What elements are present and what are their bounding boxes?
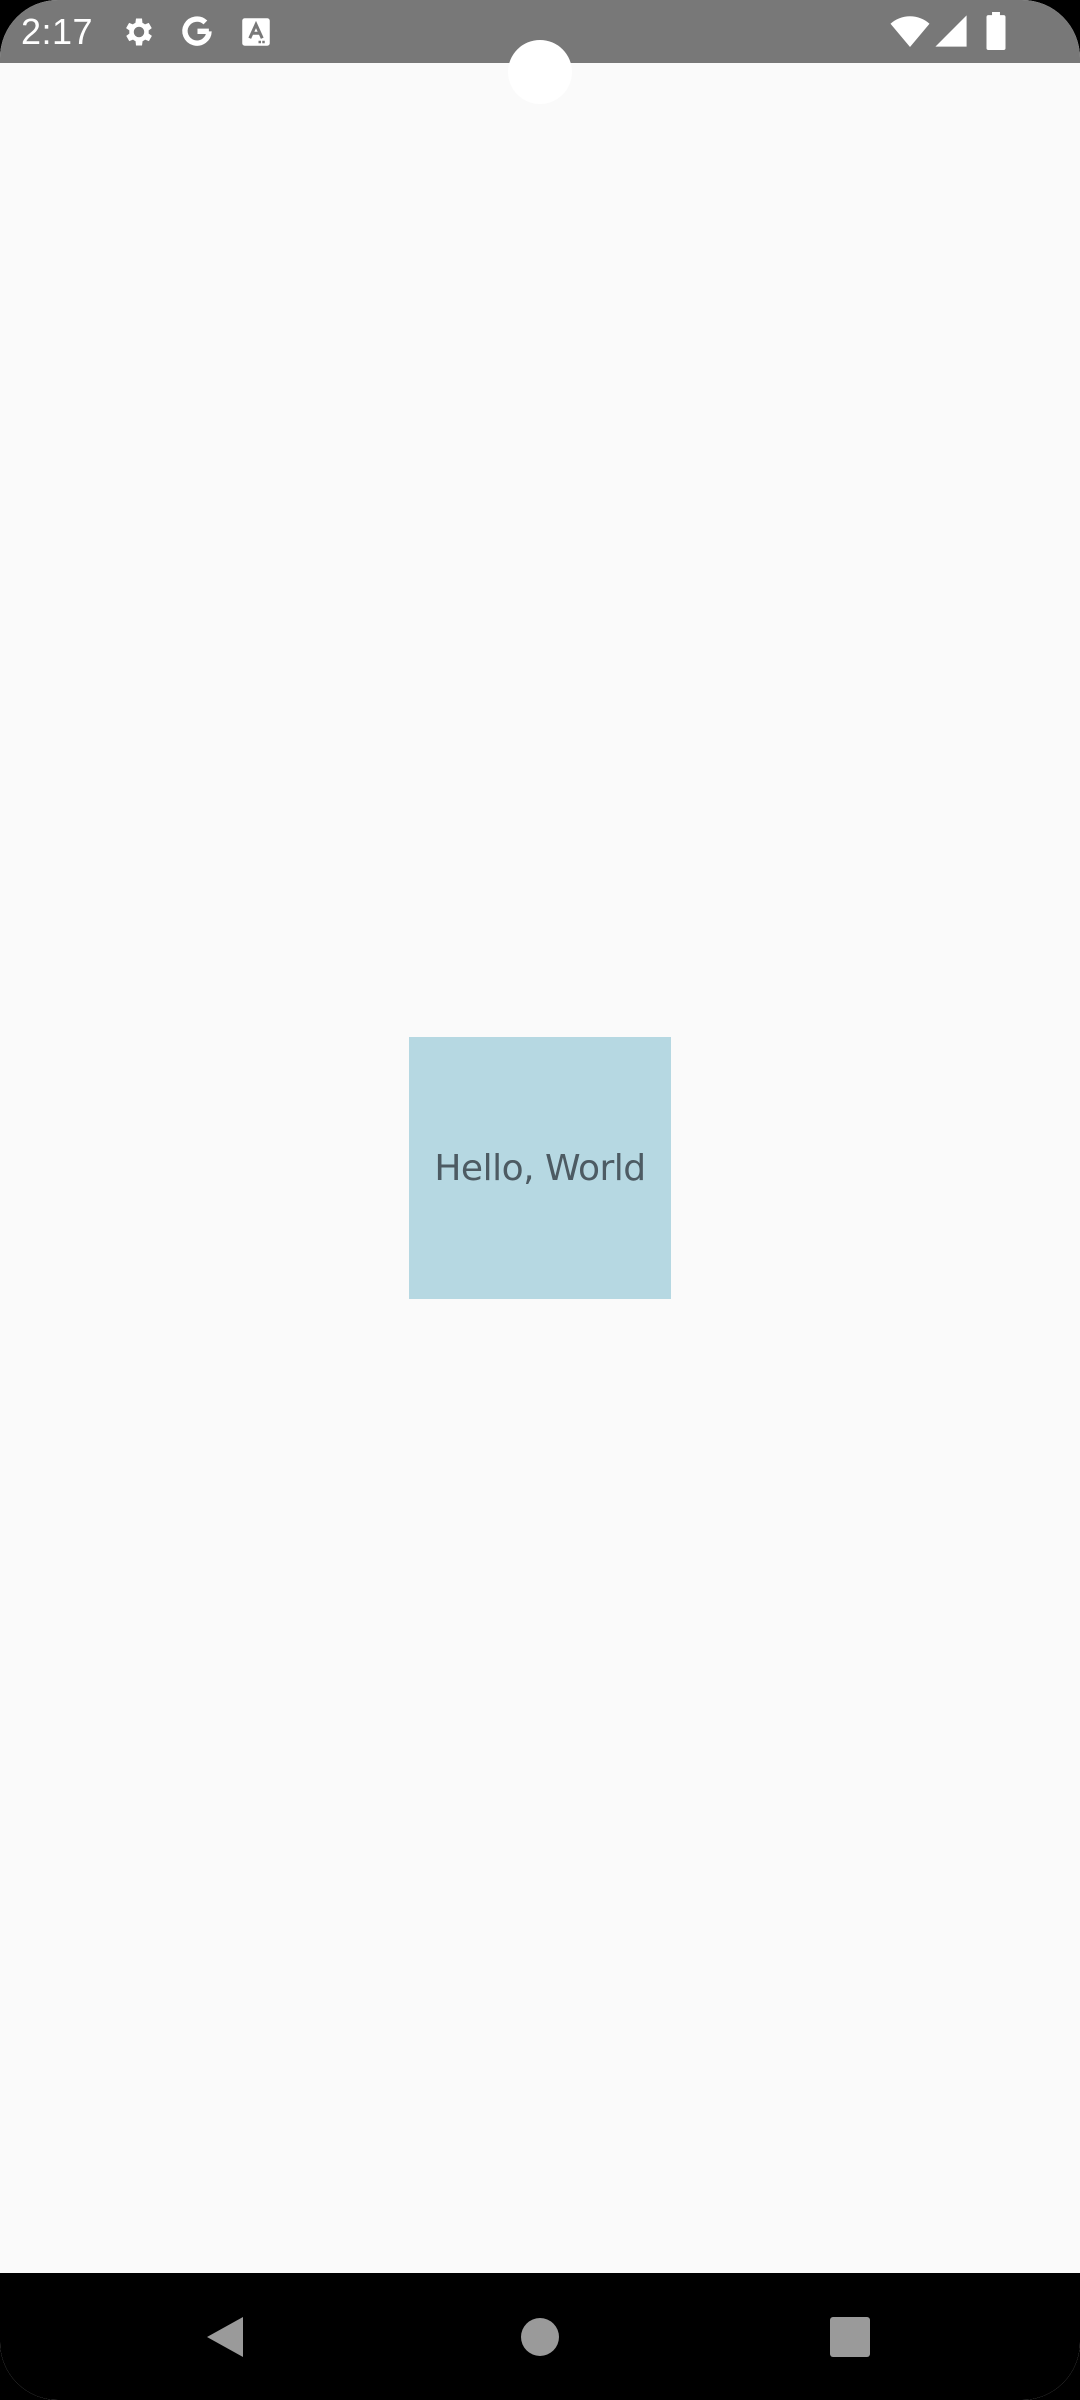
camera-cutout <box>508 40 572 104</box>
cell-signal-icon <box>934 14 968 48</box>
hello-box: Hello, World <box>409 1037 671 1299</box>
back-button[interactable] <box>135 2273 315 2400</box>
recents-icon <box>830 2316 870 2357</box>
battery-icon <box>986 12 1006 50</box>
back-icon <box>207 2316 243 2357</box>
navigation-bar <box>0 2273 1080 2400</box>
wifi-icon <box>889 14 931 50</box>
hello-text: Hello, World <box>434 1147 646 1189</box>
home-icon <box>521 2317 559 2356</box>
gear-icon <box>121 14 157 50</box>
recents-button[interactable] <box>760 2273 940 2400</box>
phone-screen: 2:17 Hello, World <box>0 0 1080 2400</box>
home-button[interactable] <box>450 2273 630 2400</box>
status-time: 2:17 <box>21 11 94 52</box>
google-g-icon <box>178 12 216 50</box>
text-a-icon <box>241 17 271 47</box>
